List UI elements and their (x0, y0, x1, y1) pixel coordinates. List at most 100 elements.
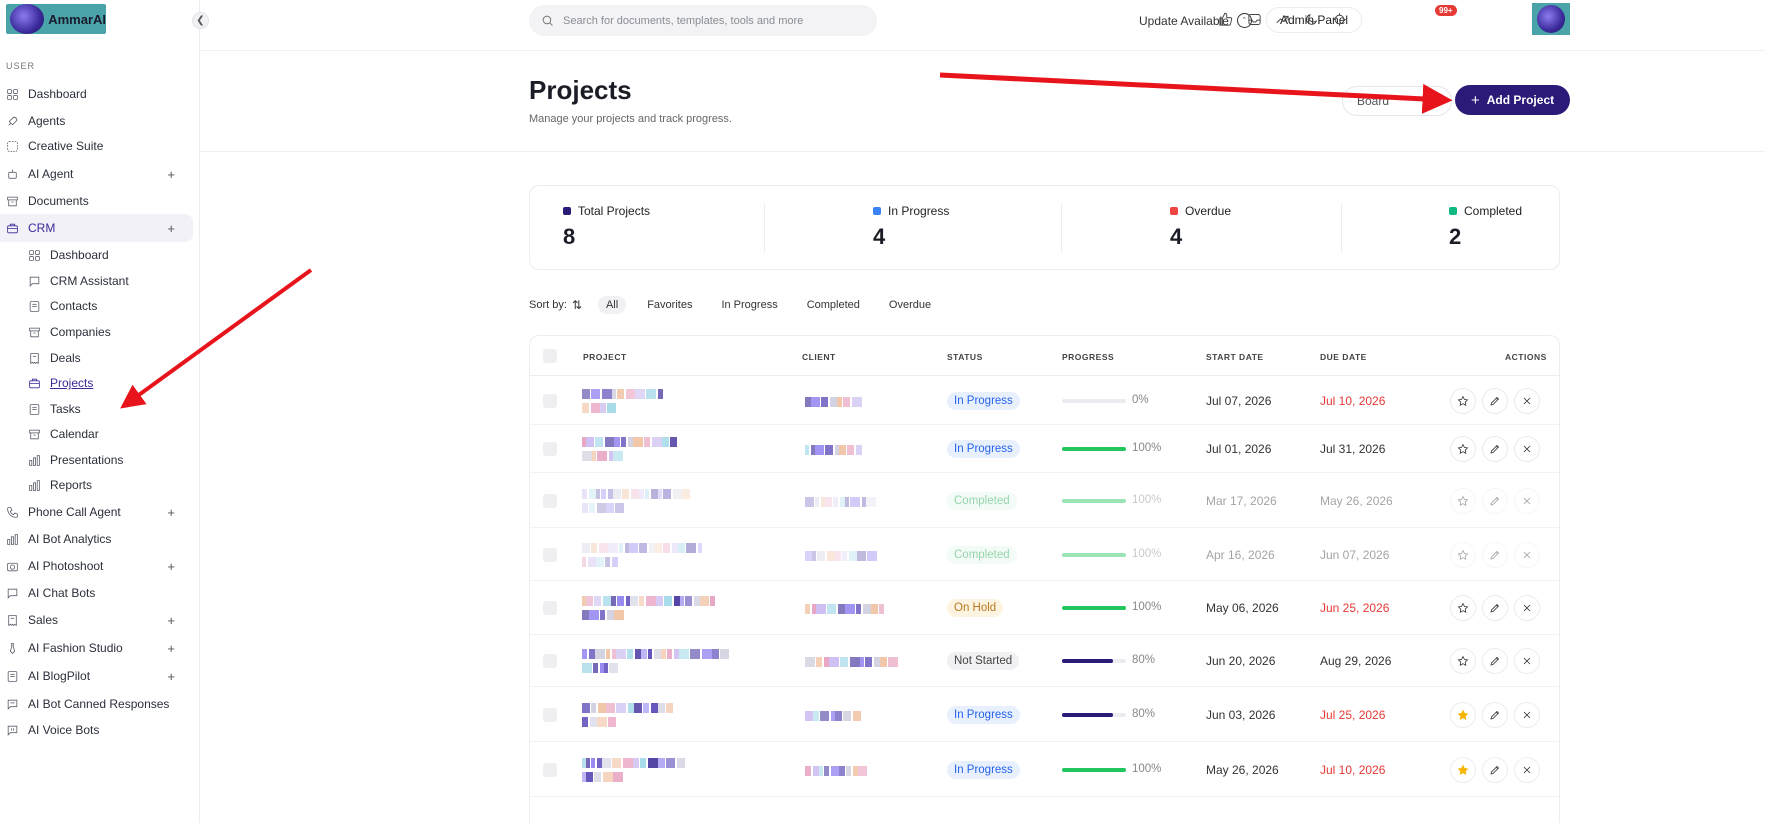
sidebar-item-creative-suite[interactable]: Creative Suite (0, 132, 193, 160)
table-row[interactable]: On Hold 100% May 06, 2026 Jun 25, 2026 (530, 581, 1559, 635)
filter-completed[interactable]: Completed (799, 296, 868, 314)
expand-plus-icon[interactable]: + (167, 221, 175, 236)
table-row[interactable]: In Progress 100% May 26, 2026 Jul 10, 20… (530, 742, 1559, 797)
expand-plus-icon[interactable]: + (167, 669, 175, 684)
edit-button[interactable] (1482, 702, 1508, 728)
sidebar-item-dashboard[interactable]: Dashboard (0, 80, 193, 108)
inbox-icon[interactable] (1246, 11, 1262, 27)
sort-order-icon[interactable]: ⇅ (572, 298, 582, 312)
collapse-sidebar-button[interactable]: ❮ (192, 12, 209, 29)
expand-plus-icon[interactable]: + (167, 559, 175, 574)
edit-button[interactable] (1482, 757, 1508, 783)
crm-sub-item-projects[interactable]: Projects (22, 370, 192, 396)
edit-button[interactable] (1482, 542, 1508, 568)
sidebar-item-ai-voice-bots[interactable]: AI Voice Bots (0, 716, 193, 744)
filter-overdue[interactable]: Overdue (881, 296, 939, 314)
user-avatar[interactable] (1532, 3, 1570, 35)
project-name-redacted[interactable] (582, 649, 737, 659)
dark-mode-icon[interactable] (1303, 11, 1319, 27)
delete-button[interactable] (1514, 757, 1540, 783)
edit-button[interactable] (1482, 488, 1508, 514)
search-bar[interactable] (529, 5, 877, 36)
table-row[interactable]: In Progress 0% Jul 07, 2026 Jul 10, 2026 (530, 376, 1559, 425)
row-checkbox[interactable] (543, 763, 557, 777)
sidebar-item-sales[interactable]: Sales + (0, 606, 193, 634)
board-view-button[interactable]: Board (1342, 86, 1452, 116)
sidebar-item-ai-agent[interactable]: AI Agent + (0, 160, 193, 188)
filter-in-progress[interactable]: In Progress (713, 296, 785, 314)
sidebar-item-ai-photoshoot[interactable]: AI Photoshoot + (0, 552, 193, 580)
delete-button[interactable] (1514, 595, 1540, 621)
add-project-button[interactable]: + Add Project (1455, 85, 1571, 115)
search-input[interactable] (563, 14, 863, 27)
sidebar-item-documents[interactable]: Documents (0, 187, 193, 215)
favorite-button[interactable] (1450, 388, 1476, 414)
delete-button[interactable] (1514, 648, 1540, 674)
project-name-redacted[interactable] (582, 437, 685, 447)
favorite-button[interactable] (1450, 648, 1476, 674)
expand-plus-icon[interactable]: + (167, 613, 175, 628)
crm-sub-item-deals[interactable]: Deals (22, 345, 192, 371)
table-row[interactable]: In Progress 100% Jul 01, 2026 Jul 31, 20… (530, 425, 1559, 473)
table-row[interactable]: Not Started 80% Jun 20, 2026 Aug 29, 202… (530, 635, 1559, 687)
row-checkbox[interactable] (543, 601, 557, 615)
project-name-redacted[interactable] (582, 543, 711, 553)
brand-logo-link[interactable]: AmmarAI (6, 4, 106, 34)
delete-button[interactable] (1514, 488, 1540, 514)
table-row[interactable]: In Progress 80% Jun 03, 2026 Jul 25, 202… (530, 687, 1559, 742)
delete-button[interactable] (1514, 542, 1540, 568)
delete-button[interactable] (1514, 702, 1540, 728)
favorite-button[interactable] (1450, 702, 1476, 728)
thumbs-up-icon[interactable] (1217, 11, 1233, 27)
crm-sub-item-calendar[interactable]: Calendar (22, 421, 192, 447)
row-checkbox[interactable] (543, 654, 557, 668)
row-checkbox[interactable] (543, 548, 557, 562)
project-name-redacted[interactable] (582, 489, 698, 499)
crm-sub-item-companies[interactable]: Companies (22, 319, 192, 345)
crm-sub-item-tasks[interactable]: Tasks (22, 396, 192, 422)
favorite-button[interactable] (1450, 488, 1476, 514)
sidebar-item-ai-bot-canned-responses[interactable]: AI Bot Canned Responses (0, 690, 193, 718)
expand-plus-icon[interactable]: + (167, 641, 175, 656)
project-name-redacted[interactable] (582, 596, 724, 606)
favorite-button[interactable] (1450, 757, 1476, 783)
edit-button[interactable] (1482, 595, 1508, 621)
table-row[interactable]: Completed 100% Apr 16, 2026 Jun 07, 2026 (530, 528, 1559, 581)
row-checkbox[interactable] (543, 708, 557, 722)
crm-sub-item-dashboard[interactable]: Dashboard (22, 242, 192, 268)
project-name-redacted[interactable] (582, 389, 672, 399)
project-name-redacted[interactable] (582, 758, 693, 768)
favorite-button[interactable] (1450, 542, 1476, 568)
row-checkbox[interactable] (543, 494, 557, 508)
sidebar-item-ai-chat-bots[interactable]: AI Chat Bots (0, 579, 193, 607)
edit-button[interactable] (1482, 648, 1508, 674)
sidebar-item-phone-call-agent[interactable]: Phone Call Agent + (0, 498, 193, 526)
expand-plus-icon[interactable]: + (167, 167, 175, 182)
filter-all[interactable]: All (597, 296, 627, 314)
sidebar-item-agents[interactable]: Agents (0, 107, 193, 135)
sidebar-item-ai-blogpilot[interactable]: AI BlogPilot + (0, 662, 193, 690)
delete-button[interactable] (1514, 436, 1540, 462)
row-checkbox[interactable] (543, 442, 557, 456)
favorite-button[interactable] (1450, 595, 1476, 621)
sidebar-item-ai-bot-analytics[interactable]: AI Bot Analytics (0, 525, 193, 553)
project-name-redacted[interactable] (582, 703, 680, 713)
crm-sub-item-contacts[interactable]: Contacts (22, 293, 192, 319)
delete-button[interactable] (1514, 388, 1540, 414)
update-available-button[interactable]: Update Available ˆ (1139, 13, 1252, 28)
table-row[interactable]: Completed 100% Mar 17, 2026 May 26, 2026 (530, 473, 1559, 528)
sidebar-item-crm[interactable]: CRM + (0, 214, 193, 242)
expand-plus-icon[interactable]: + (167, 505, 175, 520)
crm-sub-item-reports[interactable]: Reports (22, 472, 192, 498)
sidebar-item-ai-fashion-studio[interactable]: AI Fashion Studio + (0, 634, 193, 662)
favorite-button[interactable] (1450, 436, 1476, 462)
crm-sub-item-presentations[interactable]: Presentations (22, 447, 192, 473)
row-checkbox[interactable] (543, 394, 557, 408)
notifications-icon[interactable] (1274, 11, 1290, 27)
select-all-checkbox[interactable] (543, 349, 557, 363)
crosshair-icon[interactable] (1331, 11, 1347, 27)
edit-button[interactable] (1482, 388, 1508, 414)
edit-button[interactable] (1482, 436, 1508, 462)
crm-sub-item-crm-assistant[interactable]: CRM Assistant (22, 268, 192, 294)
filter-favorites[interactable]: Favorites (639, 296, 700, 314)
